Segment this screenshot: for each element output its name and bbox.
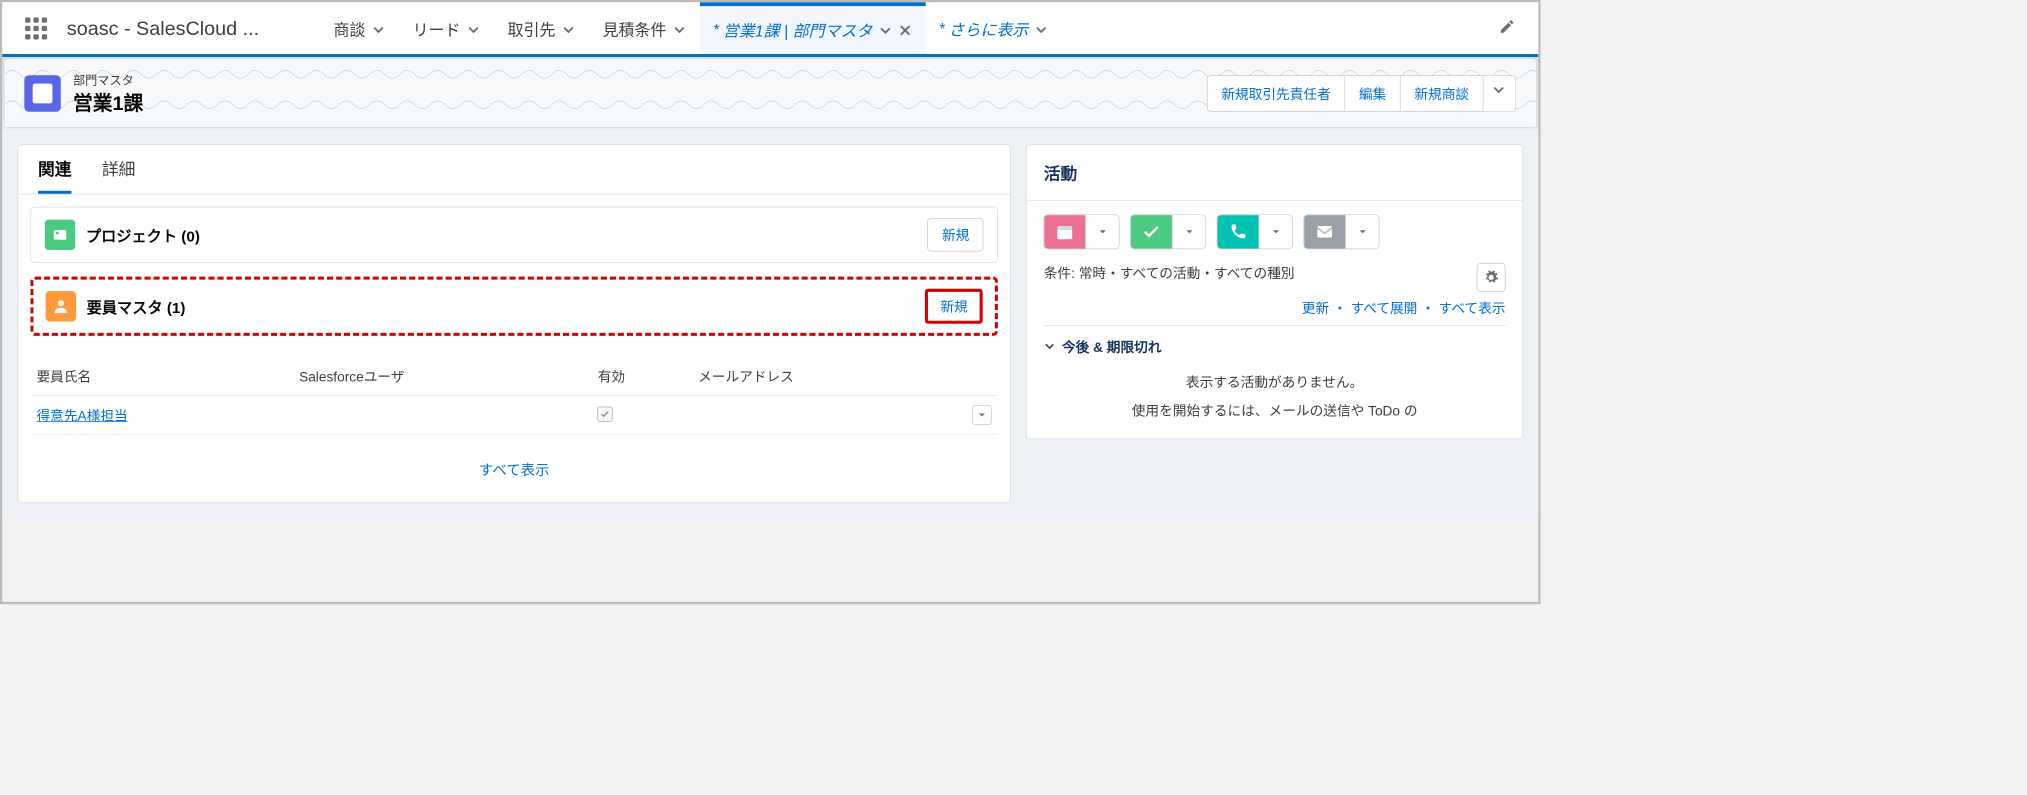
app-launcher-icon[interactable] — [25, 17, 47, 39]
member-show-all-link[interactable]: すべて表示 — [30, 448, 998, 490]
nav-tabs: 商談 リード 取引先 見積条件 * 営業1課 | 部門マスタ * さらに表示 — [320, 2, 1062, 54]
member-card-title: 要員マスタ (1) — [87, 295, 186, 317]
phone-icon — [1218, 215, 1259, 248]
object-type-label: 部門マスタ — [73, 70, 143, 88]
chevron-down-icon[interactable] — [372, 23, 386, 37]
chevron-down-icon[interactable] — [1259, 215, 1292, 248]
chevron-down-icon[interactable] — [1172, 215, 1205, 248]
nav-tab-more[interactable]: * さらに表示 — [926, 2, 1062, 54]
chevron-down-icon — [1044, 340, 1056, 352]
record-subtabs: 関連 詳細 — [18, 145, 1010, 194]
expand-all-link[interactable]: すべて展開 — [1350, 301, 1417, 316]
activity-composer — [1044, 214, 1506, 249]
send-email-button[interactable] — [1304, 214, 1380, 249]
activity-title: 活動 — [1027, 145, 1522, 200]
nav-tab-lead[interactable]: リード — [399, 2, 494, 54]
object-icon — [24, 75, 60, 111]
member-email-cell — [692, 396, 966, 435]
global-nav: soasc - SalesCloud ... 商談 リード 取引先 見積条件 *… — [2, 2, 1538, 57]
member-icon — [46, 291, 76, 321]
chevron-down-icon[interactable] — [673, 23, 687, 37]
new-event-button[interactable] — [1044, 214, 1120, 249]
app-name: soasc - SalesCloud ... — [67, 16, 259, 40]
email-icon — [1304, 215, 1345, 248]
chevron-down-icon[interactable] — [1345, 215, 1378, 248]
edit-button[interactable]: 編集 — [1345, 75, 1400, 111]
nav-tab-account[interactable]: 取引先 — [494, 2, 589, 54]
activity-settings-button[interactable] — [1477, 263, 1506, 292]
related-list-member-highlight: 要員マスタ (1) 新規 — [30, 277, 998, 336]
nav-tab-record[interactable]: * 営業1課 | 部門マスタ — [700, 2, 926, 54]
chevron-down-icon[interactable] — [562, 23, 576, 37]
task-icon — [1131, 215, 1172, 248]
row-menu-button[interactable] — [972, 405, 992, 425]
col-active: 有効 — [592, 357, 692, 395]
new-opportunity-button[interactable]: 新規商談 — [1401, 75, 1484, 111]
chevron-down-icon[interactable] — [467, 23, 481, 37]
nav-tab-quote-cond[interactable]: 見積条件 — [589, 2, 700, 54]
upcoming-overdue-section[interactable]: 今後 & 期限切れ — [1044, 325, 1506, 367]
record-name: 営業1課 — [73, 88, 143, 116]
project-new-button[interactable]: 新規 — [927, 218, 983, 251]
checkbox-checked-icon — [598, 407, 613, 422]
member-table: 要員氏名 Salesforceユーザ 有効 メールアドレス 得意先A様担当 — [30, 357, 998, 435]
filter-value: 常時・すべての活動・すべての種別 — [1079, 266, 1295, 281]
new-task-button[interactable] — [1130, 214, 1206, 249]
edit-nav-icon[interactable] — [1499, 18, 1516, 39]
caret-down-icon[interactable] — [1034, 23, 1048, 37]
col-sfuser: Salesforceユーザ — [293, 357, 592, 395]
chevron-down-icon[interactable] — [878, 23, 892, 37]
header-actions: 新規取引先責任者 編集 新規商談 — [1207, 75, 1516, 111]
record-header: 部門マスタ 営業1課 新規取引先責任者 編集 新規商談 — [4, 59, 1537, 128]
member-name-link[interactable]: 得意先A様担当 — [36, 408, 127, 423]
new-contact-button[interactable]: 新規取引先責任者 — [1207, 75, 1345, 111]
calendar-icon — [1044, 215, 1085, 248]
activity-links: 更新 ・ すべて展開 ・ すべて表示 — [1044, 298, 1506, 318]
related-list-project: プロジェクト (0) 新規 — [30, 207, 998, 263]
show-all-link[interactable]: すべて表示 — [1439, 301, 1506, 316]
more-actions-button[interactable] — [1484, 75, 1517, 111]
col-email: メールアドレス — [692, 357, 966, 395]
unsaved-indicator: * — [714, 21, 720, 39]
table-row: 得意先A様担当 — [30, 396, 998, 435]
project-card-title: プロジェクト (0) — [86, 224, 200, 246]
tab-related[interactable]: 関連 — [38, 156, 71, 194]
chevron-down-icon[interactable] — [1086, 215, 1119, 248]
close-icon[interactable] — [898, 23, 912, 37]
nav-tab-opportunity[interactable]: 商談 — [320, 2, 399, 54]
tab-detail[interactable]: 詳細 — [102, 156, 135, 194]
refresh-link[interactable]: 更新 — [1302, 301, 1329, 316]
member-new-button[interactable]: 新規 — [925, 289, 983, 324]
filter-label: 条件: — [1044, 266, 1075, 281]
log-call-button[interactable] — [1217, 214, 1293, 249]
empty-activity-line1: 表示する活動がありません。 — [1044, 367, 1506, 396]
unsaved-indicator: * — [939, 21, 945, 39]
col-name: 要員氏名 — [30, 357, 293, 395]
empty-activity-line2: 使用を開始するには、メールの送信や ToDo の — [1044, 396, 1506, 425]
project-icon — [45, 220, 75, 250]
activity-panel: 活動 — [1026, 144, 1523, 439]
member-sfuser-cell — [293, 396, 592, 435]
